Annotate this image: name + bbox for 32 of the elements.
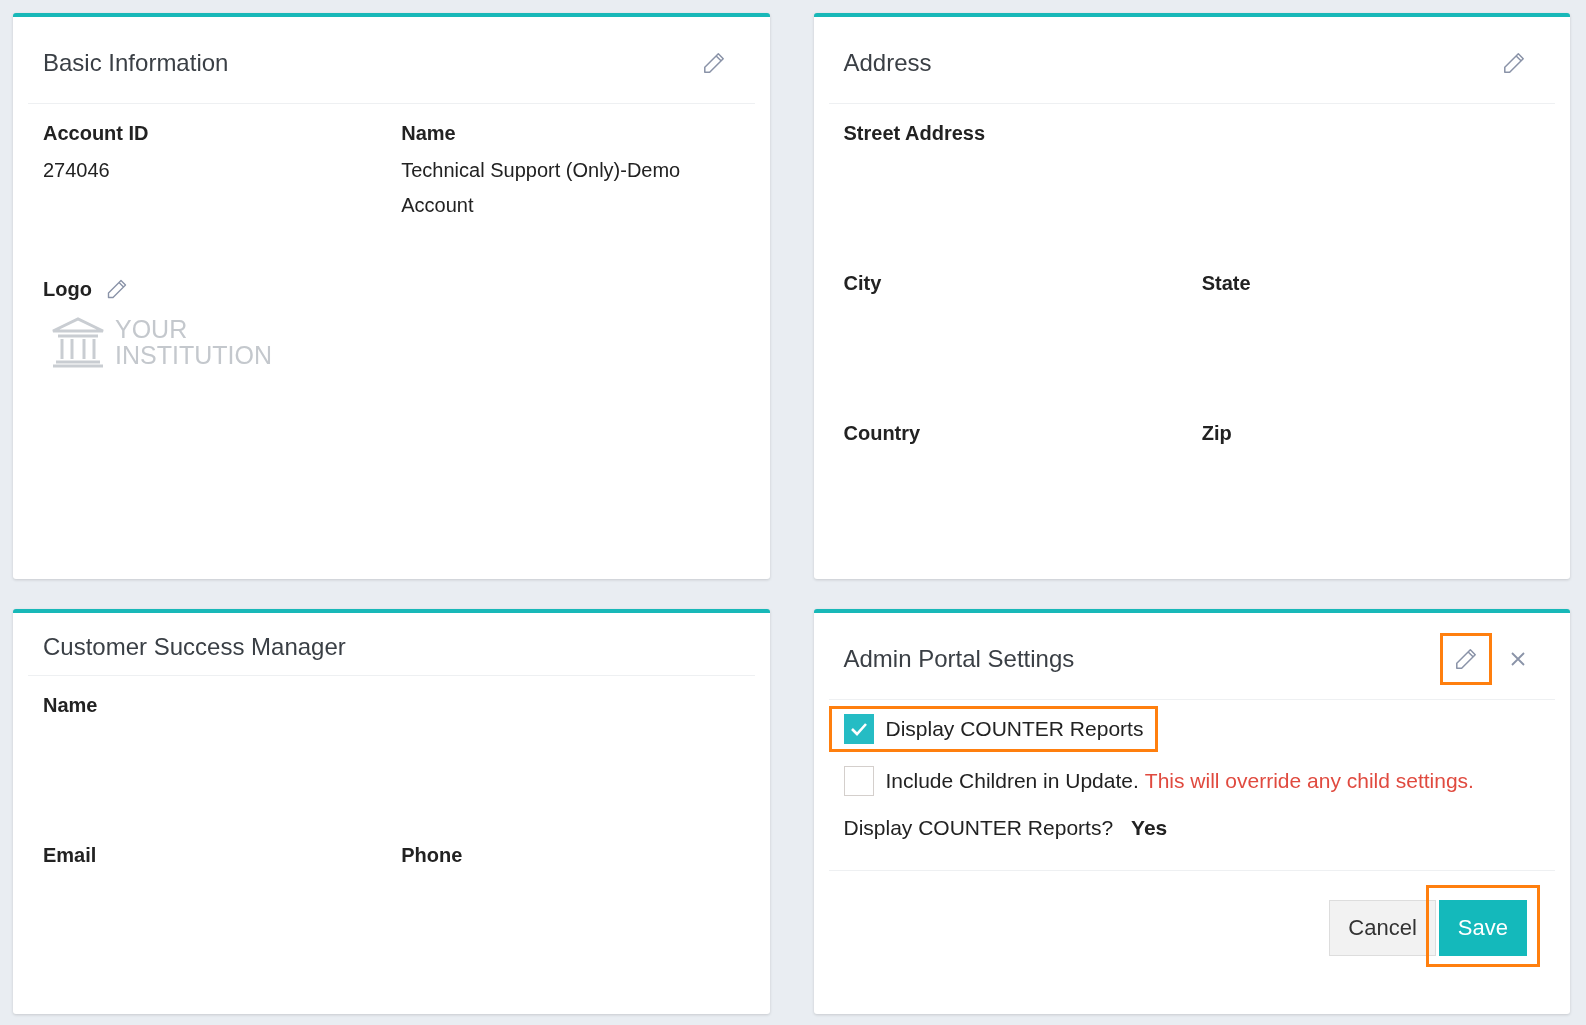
field-label: Zip [1201,422,1233,445]
setting-value: Yes [1131,816,1168,840]
field-value: 274046 [43,158,111,183]
pencil-icon [1501,50,1527,76]
field-label: Street Address [843,122,987,145]
field-label: Country [843,422,922,445]
card-title: Customer Success Manager [43,633,346,661]
card-title: Address [843,49,932,77]
setting-label: Display COUNTER Reports? [843,816,1114,840]
check-icon [849,722,868,736]
close-icon [1509,650,1527,668]
checkbox-label: Display COUNTER Reports [885,717,1144,741]
edit-button[interactable] [1440,633,1492,685]
cancel-button[interactable]: Cancel [1329,900,1436,956]
warning-text: This will override any child settings. [1144,769,1474,793]
field-label: Name [43,694,99,717]
field-label: Account ID [43,122,150,145]
card-title: Basic Information [43,49,229,77]
field-label: State [1201,272,1252,295]
checkbox[interactable] [843,714,874,744]
checkbox-label: Include Children in Update. [885,769,1139,793]
field-value: Technical Support (Only)-Demo Account [401,158,682,218]
field-label: Email [43,844,98,867]
card-title: Admin Portal Settings [843,645,1075,673]
field-label: Name [401,122,457,145]
checkbox[interactable] [843,766,874,796]
logo-text: YOUR [115,316,189,342]
field-label: Logo [43,277,92,301]
pencil-icon [1453,646,1479,672]
logo-text: INSTITUTION [115,342,272,368]
field-label: Phone [401,844,464,867]
field-label: City [843,272,883,295]
